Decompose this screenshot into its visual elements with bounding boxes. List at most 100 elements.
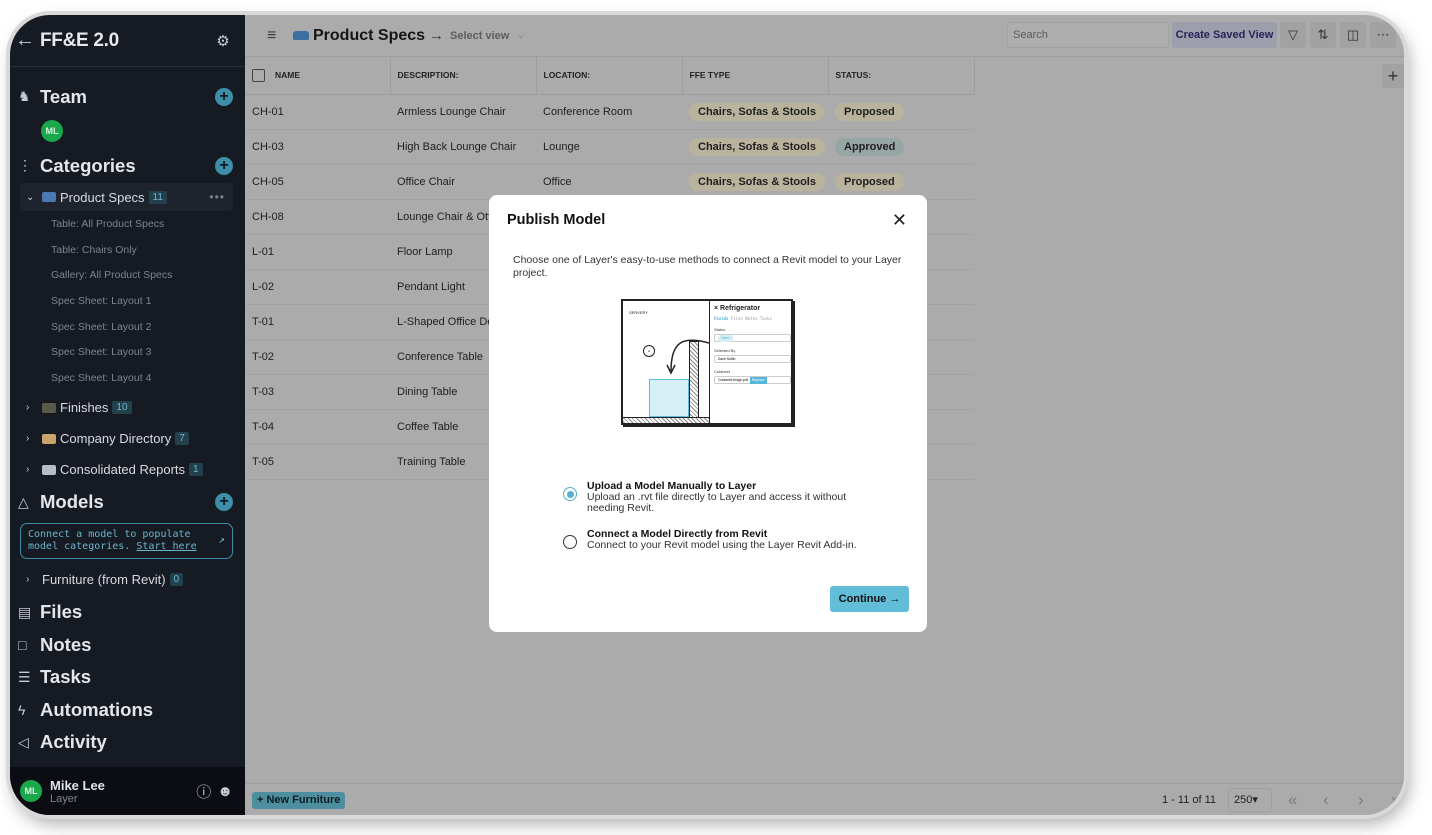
cell-location[interactable]: Office bbox=[536, 164, 682, 200]
add-team-member-button[interactable]: + bbox=[215, 87, 233, 106]
view-item[interactable]: Spec Sheet: Layout 1 bbox=[10, 289, 245, 315]
model-furniture[interactable]: › Furniture (from Revit) 0 bbox=[20, 565, 233, 595]
last-page-icon[interactable]: » bbox=[1391, 790, 1400, 810]
user-icon[interactable]: ☻ bbox=[217, 783, 233, 800]
section-label: Models bbox=[40, 491, 104, 513]
view-item[interactable]: Gallery: All Product Specs bbox=[10, 263, 245, 289]
nav-label: Activity bbox=[40, 731, 107, 753]
chat-icon: □ bbox=[18, 636, 27, 653]
chevron-right-icon[interactable]: › bbox=[26, 574, 42, 585]
table-row[interactable]: CH-01 Armless Lounge Chair Conference Room… bbox=[245, 94, 974, 130]
cell-name[interactable]: L-02 bbox=[245, 269, 390, 305]
cell-name[interactable]: T-05 bbox=[245, 444, 390, 480]
option-upload-manually[interactable]: Upload a Model Manually to Layer Upload … bbox=[563, 481, 883, 514]
view-item[interactable]: Spec Sheet: Layout 3 bbox=[10, 340, 245, 366]
table-row[interactable]: CH-03 High Back Lounge Chair Lounge Chairs,… bbox=[245, 129, 974, 165]
cell-name[interactable]: T-04 bbox=[245, 409, 390, 445]
chevron-down-icon[interactable]: ⌄ bbox=[26, 192, 42, 203]
nav-activity[interactable]: ◁ Activity bbox=[10, 726, 245, 759]
view-item[interactable]: Spec Sheet: Layout 4 bbox=[10, 366, 245, 392]
page-size-select[interactable]: 250▾ bbox=[1228, 788, 1272, 812]
next-page-icon[interactable]: › bbox=[1358, 790, 1364, 810]
select-all-checkbox[interactable] bbox=[252, 68, 265, 82]
cell-ffe-type[interactable]: Chairs, Sofas & Stools bbox=[682, 129, 828, 165]
cell-description[interactable]: High Back Lounge Chair bbox=[390, 129, 536, 165]
cell-description[interactable]: Office Chair bbox=[390, 164, 536, 200]
chevron-right-icon[interactable]: › bbox=[26, 433, 42, 444]
cell-description[interactable]: Armless Lounge Chair bbox=[390, 94, 536, 130]
cell-name[interactable]: CH-05 bbox=[245, 164, 390, 200]
help-icon[interactable]: ⓘ bbox=[196, 781, 211, 802]
filter-icon[interactable]: ▽ bbox=[1280, 22, 1306, 48]
avatar[interactable]: ML bbox=[41, 120, 63, 142]
start-here-link[interactable]: Start here bbox=[136, 541, 196, 552]
cell-location[interactable]: Lounge bbox=[536, 129, 682, 165]
connect-model-prompt[interactable]: Connect a model to populate model catego… bbox=[20, 522, 233, 559]
cell-description-text: Office Chair bbox=[397, 175, 455, 188]
column-header-location[interactable]: LOCATION: bbox=[536, 57, 683, 95]
more-icon[interactable]: ⋯ bbox=[1370, 22, 1396, 48]
arrow-left-icon[interactable]: ← bbox=[10, 29, 40, 52]
column-header-description[interactable]: DESCRIPTION: bbox=[390, 57, 537, 95]
column-header-ffe-type[interactable]: FFE TYPE bbox=[682, 57, 829, 95]
user-avatar[interactable]: ML bbox=[20, 780, 42, 802]
select-view-dropdown[interactable]: Select view bbox=[450, 30, 509, 42]
prev-page-icon[interactable]: ‹ bbox=[1323, 790, 1329, 810]
cell-location[interactable]: Conference Room bbox=[536, 94, 682, 130]
nav-automations[interactable]: ϟ Automations bbox=[10, 694, 245, 727]
cell-name-text: CH-08 bbox=[252, 210, 284, 223]
cell-name[interactable]: T-01 bbox=[245, 304, 390, 340]
new-furniture-button[interactable]: + New Furniture bbox=[252, 792, 346, 809]
cell-status[interactable]: Proposed bbox=[828, 164, 974, 200]
create-saved-view-button[interactable]: Create Saved View bbox=[1172, 22, 1277, 48]
view-item[interactable]: Table: Chairs Only bbox=[10, 238, 245, 264]
first-page-icon[interactable]: « bbox=[1288, 790, 1297, 810]
search-input[interactable]: Search bbox=[1007, 22, 1169, 48]
nav-notes[interactable]: □ Notes bbox=[10, 628, 245, 661]
category-consolidated-reports[interactable]: › Consolidated Reports 1 bbox=[20, 455, 233, 485]
radio-upload-manually[interactable] bbox=[563, 487, 577, 501]
continue-button[interactable]: Continue → bbox=[830, 586, 909, 612]
more-icon[interactable]: ••• bbox=[209, 190, 225, 204]
menu-icon[interactable]: ≡ bbox=[267, 27, 293, 45]
category-finishes[interactable]: › Finishes 10 bbox=[20, 393, 233, 423]
cell-ffe-type[interactable]: Chairs, Sofas & Stools bbox=[682, 164, 828, 200]
column-header-status[interactable]: STATUS: bbox=[828, 57, 975, 95]
table-row[interactable]: CH-05 Office Chair Office Chairs, Sofas & S… bbox=[245, 164, 974, 200]
add-column-button[interactable]: + bbox=[1382, 64, 1404, 88]
close-icon[interactable]: ✕ bbox=[892, 210, 907, 231]
cell-ffe-type-pill: Chairs, Sofas & Stools bbox=[689, 102, 825, 121]
cell-name[interactable]: T-03 bbox=[245, 374, 390, 410]
count-badge: 11 bbox=[148, 190, 167, 204]
category-label: Company Directory bbox=[60, 431, 172, 447]
option-connect-revit[interactable]: Connect a Model Directly from Revit Conn… bbox=[563, 529, 883, 551]
category-product-specs[interactable]: ⌄ Product Specs 11 ••• bbox=[20, 183, 233, 211]
chevron-right-icon[interactable]: › bbox=[26, 402, 42, 413]
chevron-right-icon[interactable]: › bbox=[26, 464, 42, 475]
add-category-button[interactable]: + bbox=[215, 156, 233, 175]
add-model-button[interactable]: + bbox=[215, 493, 233, 512]
section-team[interactable]: ♞ Team + bbox=[10, 80, 245, 113]
sort-icon[interactable]: ⇅ bbox=[1310, 22, 1336, 48]
column-header-name[interactable]: NAME bbox=[245, 57, 391, 95]
nav-files[interactable]: ▤ Files bbox=[10, 596, 245, 629]
cell-name[interactable]: CH-03 bbox=[245, 129, 390, 165]
view-item[interactable]: Spec Sheet: Layout 2 bbox=[10, 315, 245, 341]
cell-name[interactable]: CH-08 bbox=[245, 199, 390, 235]
view-item[interactable]: Table: All Product Specs bbox=[10, 212, 245, 238]
nav-tasks[interactable]: ☰ Tasks bbox=[10, 661, 245, 694]
radio-connect-revit[interactable] bbox=[563, 535, 577, 549]
cell-name[interactable]: T-02 bbox=[245, 339, 390, 375]
table-header: NAME DESCRIPTION: LOCATION: FFE TYPE STA… bbox=[245, 57, 975, 95]
cell-status[interactable]: Approved bbox=[828, 129, 974, 165]
cell-status[interactable]: Proposed bbox=[828, 94, 974, 130]
cell-ffe-type[interactable]: Chairs, Sofas & Stools bbox=[682, 94, 828, 130]
category-company-directory[interactable]: › Company Directory 7 bbox=[20, 424, 233, 454]
cell-name[interactable]: L-01 bbox=[245, 234, 390, 270]
group-icon[interactable]: ◫ bbox=[1340, 22, 1366, 48]
cell-name[interactable]: CH-01 bbox=[245, 94, 390, 130]
chevron-down-icon[interactable]: ⌵ bbox=[517, 31, 523, 41]
section-models[interactable]: △ Models + bbox=[10, 486, 245, 519]
gear-icon[interactable]: ⚙ bbox=[211, 32, 235, 50]
section-categories[interactable]: ⋮ Categories + bbox=[10, 149, 245, 182]
